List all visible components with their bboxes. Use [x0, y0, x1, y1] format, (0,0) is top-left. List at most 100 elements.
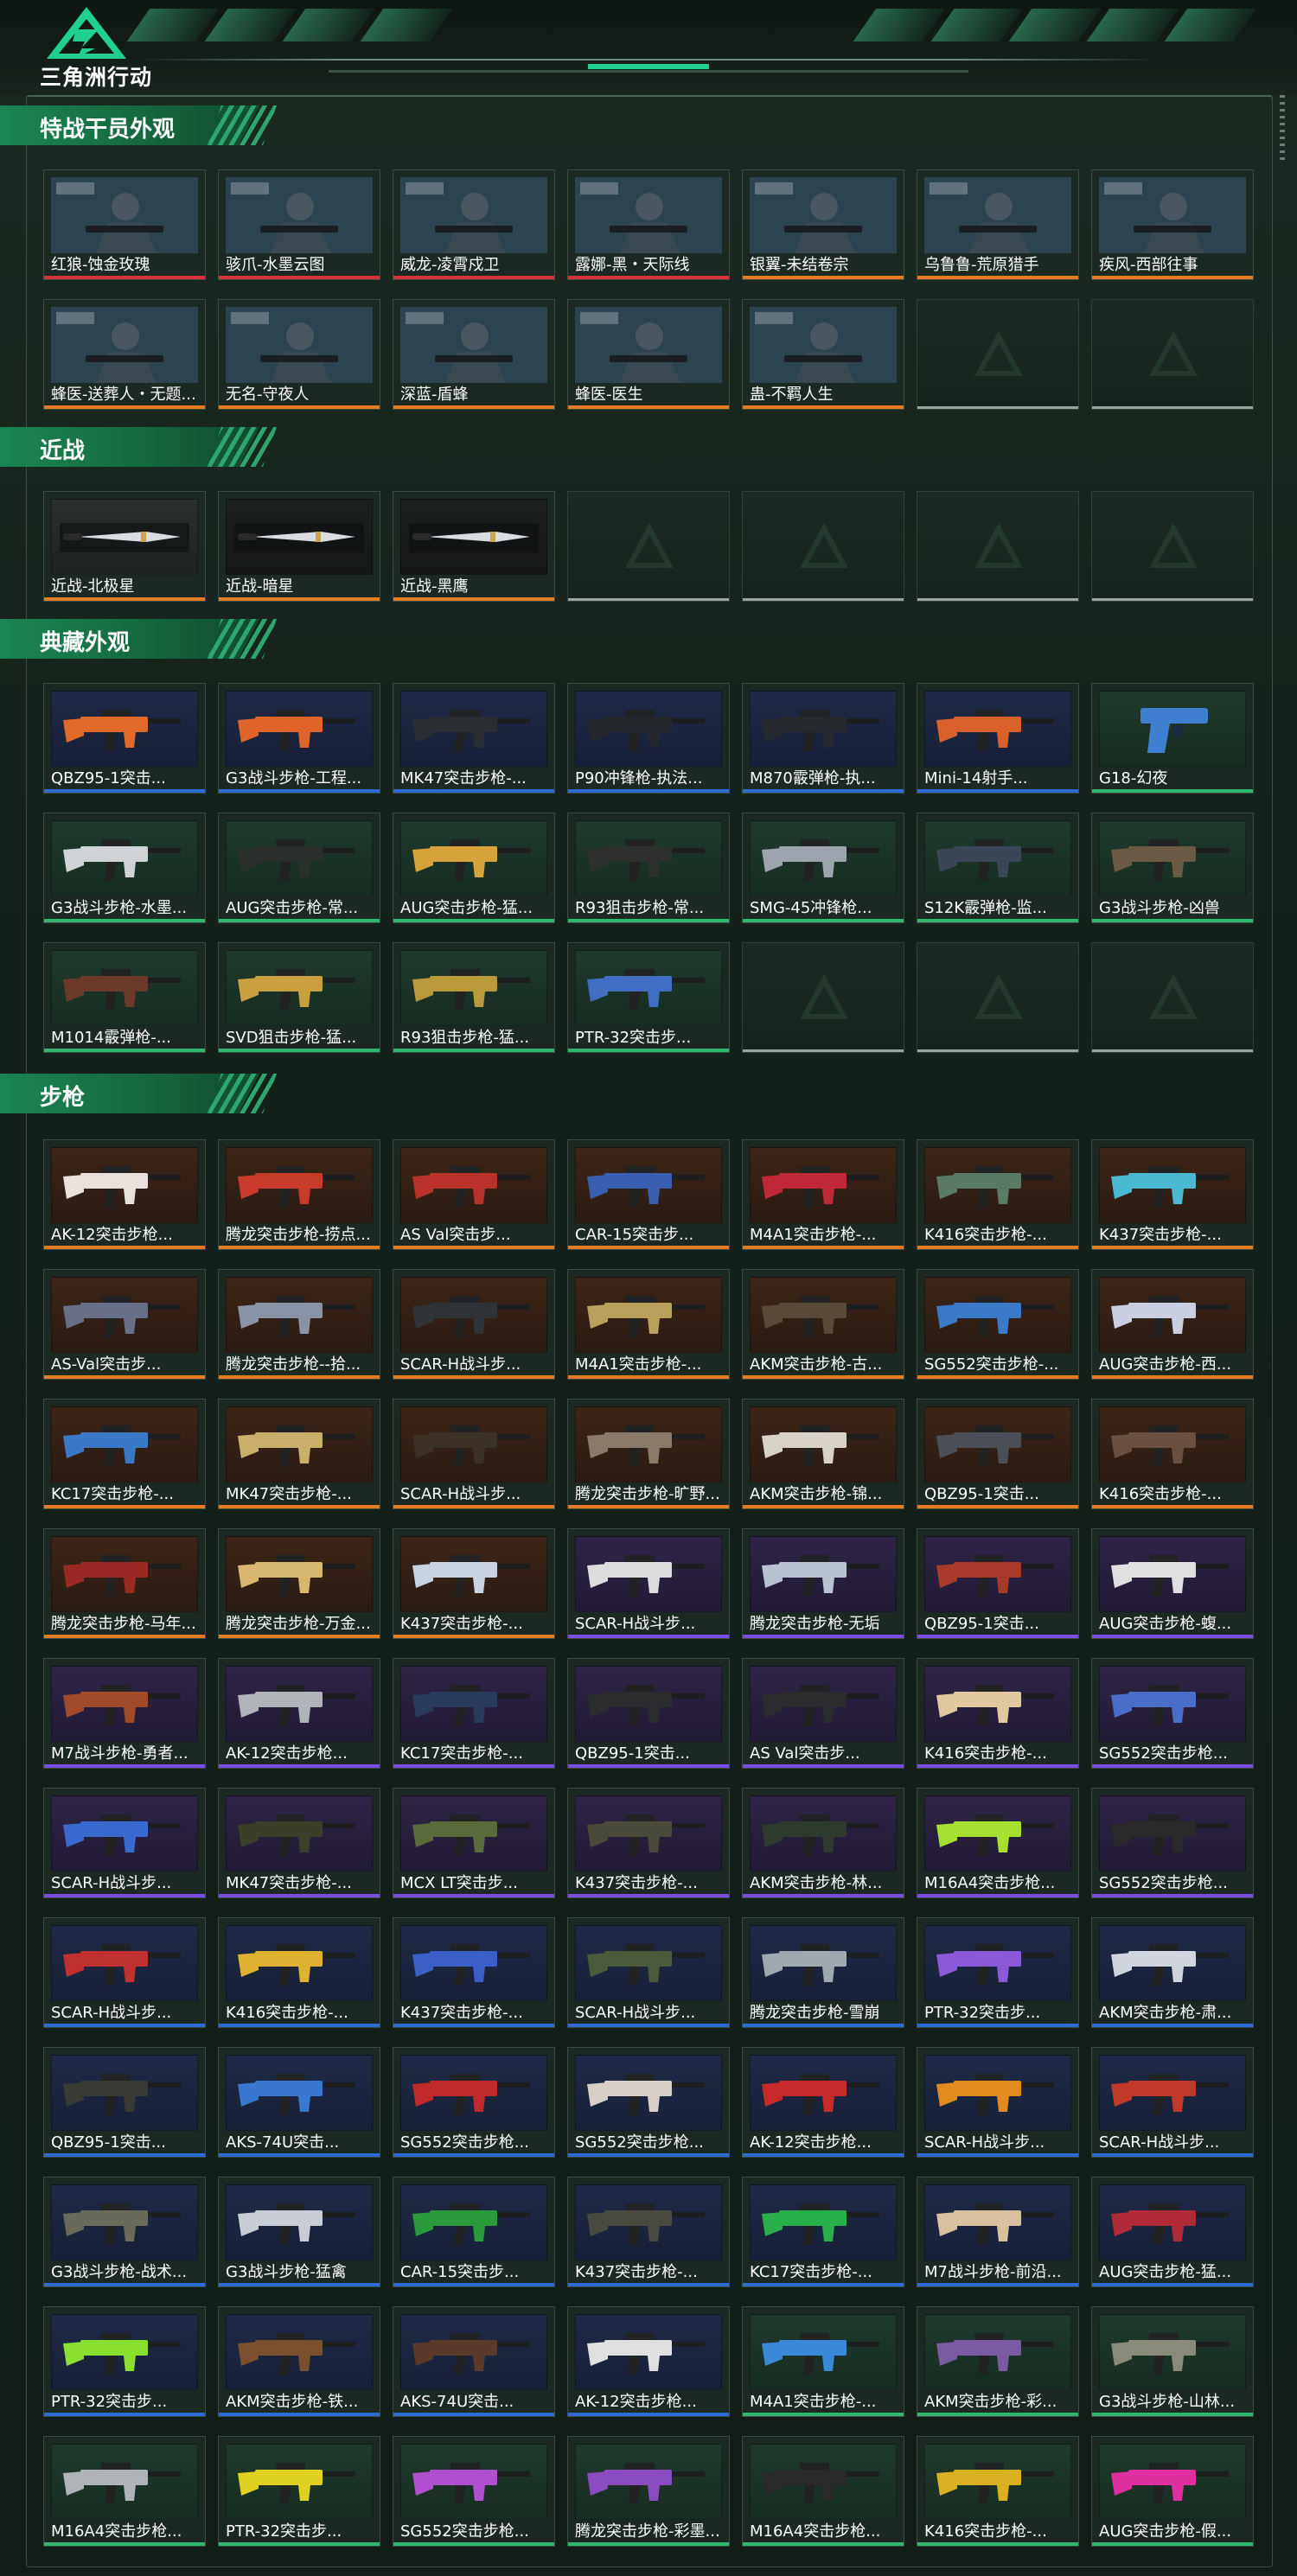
skin-card[interactable]: SMG-45冲锋枪...	[742, 813, 904, 923]
skin-card[interactable]: MK47突击步枪-...	[393, 683, 555, 794]
skin-card[interactable]: K416突击步枪-...	[917, 1658, 1079, 1769]
skin-card[interactable]: AKM突击步枪-锦...	[742, 1399, 904, 1509]
skin-card[interactable]: K416突击步枪-...	[917, 2436, 1079, 2547]
skin-card[interactable]: K437突击步枪-...	[393, 1917, 555, 2028]
skin-card[interactable]: AK-12突击步枪...	[218, 1658, 380, 1769]
skin-card[interactable]: QBZ95-1突击...	[43, 683, 206, 794]
skin-card[interactable]: S12K霰弹枪-监...	[917, 813, 1079, 923]
skin-card[interactable]: SCAR-H战斗步...	[393, 1399, 555, 1509]
skin-card[interactable]: 乌鲁鲁-荒原猎手	[917, 169, 1079, 280]
skin-card[interactable]: PTR-32突击步...	[567, 942, 730, 1053]
skin-card[interactable]: M1014霰弹枪-...	[43, 942, 206, 1053]
skin-card[interactable]: G3战斗步枪-凶兽	[1091, 813, 1254, 923]
skin-card[interactable]: SG552突击步枪...	[1091, 1658, 1254, 1769]
skin-card[interactable]: SCAR-H战斗步...	[43, 1788, 206, 1898]
skin-card[interactable]: 腾龙突击步枪-雪崩	[742, 1917, 904, 2028]
skin-card[interactable]: G3战斗步枪-工程...	[218, 683, 380, 794]
skin-card[interactable]: SCAR-H战斗步...	[917, 2047, 1079, 2158]
skin-card[interactable]: M7战斗步枪-前沿...	[917, 2177, 1079, 2287]
skin-card[interactable]: AKM突击步枪-古...	[742, 1269, 904, 1380]
skin-card[interactable]: SG552突击步枪...	[393, 2436, 555, 2547]
skin-card[interactable]: AKM突击步枪-彩...	[917, 2306, 1079, 2417]
skin-card[interactable]: 腾龙突击步枪-万金...	[218, 1528, 380, 1639]
skin-card[interactable]: K437突击步枪-...	[393, 1528, 555, 1639]
skin-card[interactable]: 骇爪-水墨云图	[218, 169, 380, 280]
skin-card[interactable]: QBZ95-1突击...	[567, 1658, 730, 1769]
skin-card[interactable]: K437突击步枪-...	[1091, 1139, 1254, 1250]
skin-card[interactable]: CAR-15突击步...	[567, 1139, 730, 1250]
skin-card[interactable]: M4A1突击步枪-...	[567, 1269, 730, 1380]
skin-card[interactable]: 深蓝-盾蜂	[393, 299, 555, 410]
skin-card[interactable]: 近战-北极星	[43, 491, 206, 602]
skin-card[interactable]: AK-12突击步枪...	[567, 2306, 730, 2417]
skin-card[interactable]: K416突击步枪-...	[917, 1139, 1079, 1250]
skin-card[interactable]: 威龙-凌霄戍卫	[393, 169, 555, 280]
skin-card[interactable]: M4A1突击步枪-...	[742, 2306, 904, 2417]
skin-card[interactable]: 蛊-不羁人生	[742, 299, 904, 410]
skin-card[interactable]: K437突击步枪-...	[567, 1788, 730, 1898]
skin-card[interactable]: 腾龙突击步枪-捞点...	[218, 1139, 380, 1250]
skin-card[interactable]: G3战斗步枪-猛禽	[218, 2177, 380, 2287]
skin-card[interactable]: 腾龙突击步枪-旷野...	[567, 1399, 730, 1509]
skin-card[interactable]: SCAR-H战斗步...	[567, 1917, 730, 2028]
skin-card[interactable]: R93狙击步枪-常...	[567, 813, 730, 923]
skin-card[interactable]: 银翼-未结卷宗	[742, 169, 904, 280]
skin-card[interactable]: AUG突击步枪-猛...	[1091, 2177, 1254, 2287]
skin-card[interactable]: 蜂医-医生	[567, 299, 730, 410]
skin-card[interactable]: KC17突击步枪-...	[43, 1399, 206, 1509]
skin-card[interactable]: CAR-15突击步...	[393, 2177, 555, 2287]
skin-card[interactable]: PTR-32突击步...	[43, 2306, 206, 2417]
skin-card[interactable]: K416突击步枪-...	[1091, 1399, 1254, 1509]
skin-card[interactable]: 腾龙突击步枪--拾...	[218, 1269, 380, 1380]
skin-card[interactable]: SCAR-H战斗步...	[393, 1269, 555, 1380]
skin-card[interactable]: M16A4突击步枪...	[917, 1788, 1079, 1898]
skin-card[interactable]: AS Val突击步...	[742, 1658, 904, 1769]
skin-card[interactable]: SG552突击步枪...	[567, 2047, 730, 2158]
skin-card[interactable]: M870霰弹枪-执...	[742, 683, 904, 794]
skin-card[interactable]: 蜂医-送葬人・无题...	[43, 299, 206, 410]
skin-card[interactable]: AKM突击步枪-铁...	[218, 2306, 380, 2417]
skin-card[interactable]: R93狙击步枪-猛...	[393, 942, 555, 1053]
skin-card[interactable]: M16A4突击步枪...	[742, 2436, 904, 2547]
skin-card[interactable]: MK47突击步枪-...	[218, 1399, 380, 1509]
skin-card[interactable]: MK47突击步枪-...	[218, 1788, 380, 1898]
skin-card[interactable]: AKS-74U突击...	[393, 2306, 555, 2417]
skin-card[interactable]: G3战斗步枪-山林...	[1091, 2306, 1254, 2417]
skin-card[interactable]: 近战-暗星	[218, 491, 380, 602]
skin-card[interactable]: SCAR-H战斗步...	[567, 1528, 730, 1639]
skin-card[interactable]: P90冲锋枪-执法...	[567, 683, 730, 794]
skin-card[interactable]: AUG突击步枪-西...	[1091, 1269, 1254, 1380]
skin-card[interactable]: AUG突击步枪-蝮...	[1091, 1528, 1254, 1639]
skin-card[interactable]: SCAR-H战斗步...	[1091, 2047, 1254, 2158]
skin-card[interactable]: AKM突击步枪-林...	[742, 1788, 904, 1898]
skin-card[interactable]: AUG突击步枪-猛...	[393, 813, 555, 923]
skin-card[interactable]: M16A4突击步枪...	[43, 2436, 206, 2547]
skin-card[interactable]: SG552突击步枪...	[1091, 1788, 1254, 1898]
skin-card[interactable]: SG552突击步枪...	[393, 2047, 555, 2158]
skin-card[interactable]: AK-12突击步枪...	[43, 1139, 206, 1250]
skin-card[interactable]: 腾龙突击步枪-彩墨...	[567, 2436, 730, 2547]
skin-card[interactable]: G18-幻夜	[1091, 683, 1254, 794]
skin-card[interactable]: KC17突击步枪-...	[393, 1658, 555, 1769]
skin-card[interactable]: AKS-74U突击...	[218, 2047, 380, 2158]
skin-card[interactable]: K416突击步枪-...	[218, 1917, 380, 2028]
skin-card[interactable]: 红狼-蚀金玫瑰	[43, 169, 206, 280]
skin-card[interactable]: SG552突击步枪-...	[917, 1269, 1079, 1380]
skin-card[interactable]: G3战斗步枪-战术...	[43, 2177, 206, 2287]
skin-card[interactable]: 腾龙突击步枪-马年...	[43, 1528, 206, 1639]
skin-card[interactable]: AUG突击步枪-常...	[218, 813, 380, 923]
skin-card[interactable]: SVD狙击步枪-猛...	[218, 942, 380, 1053]
skin-card[interactable]: 疾风-西部往事	[1091, 169, 1254, 280]
skin-card[interactable]: K437突击步枪-...	[567, 2177, 730, 2287]
scrollbar[interactable]	[1280, 95, 1285, 164]
skin-card[interactable]: AS-Val突击步...	[43, 1269, 206, 1380]
skin-card[interactable]: G3战斗步枪-水墨...	[43, 813, 206, 923]
skin-card[interactable]: MCX LT突击步...	[393, 1788, 555, 1898]
skin-card[interactable]: Mini-14射手...	[917, 683, 1079, 794]
skin-card[interactable]: M4A1突击步枪-...	[742, 1139, 904, 1250]
skin-card[interactable]: KC17突击步枪-...	[742, 2177, 904, 2287]
skin-card[interactable]: PTR-32突击步...	[917, 1917, 1079, 2028]
skin-card[interactable]: SCAR-H战斗步...	[43, 1917, 206, 2028]
skin-card[interactable]: 无名-守夜人	[218, 299, 380, 410]
skin-card[interactable]: QBZ95-1突击...	[917, 1528, 1079, 1639]
